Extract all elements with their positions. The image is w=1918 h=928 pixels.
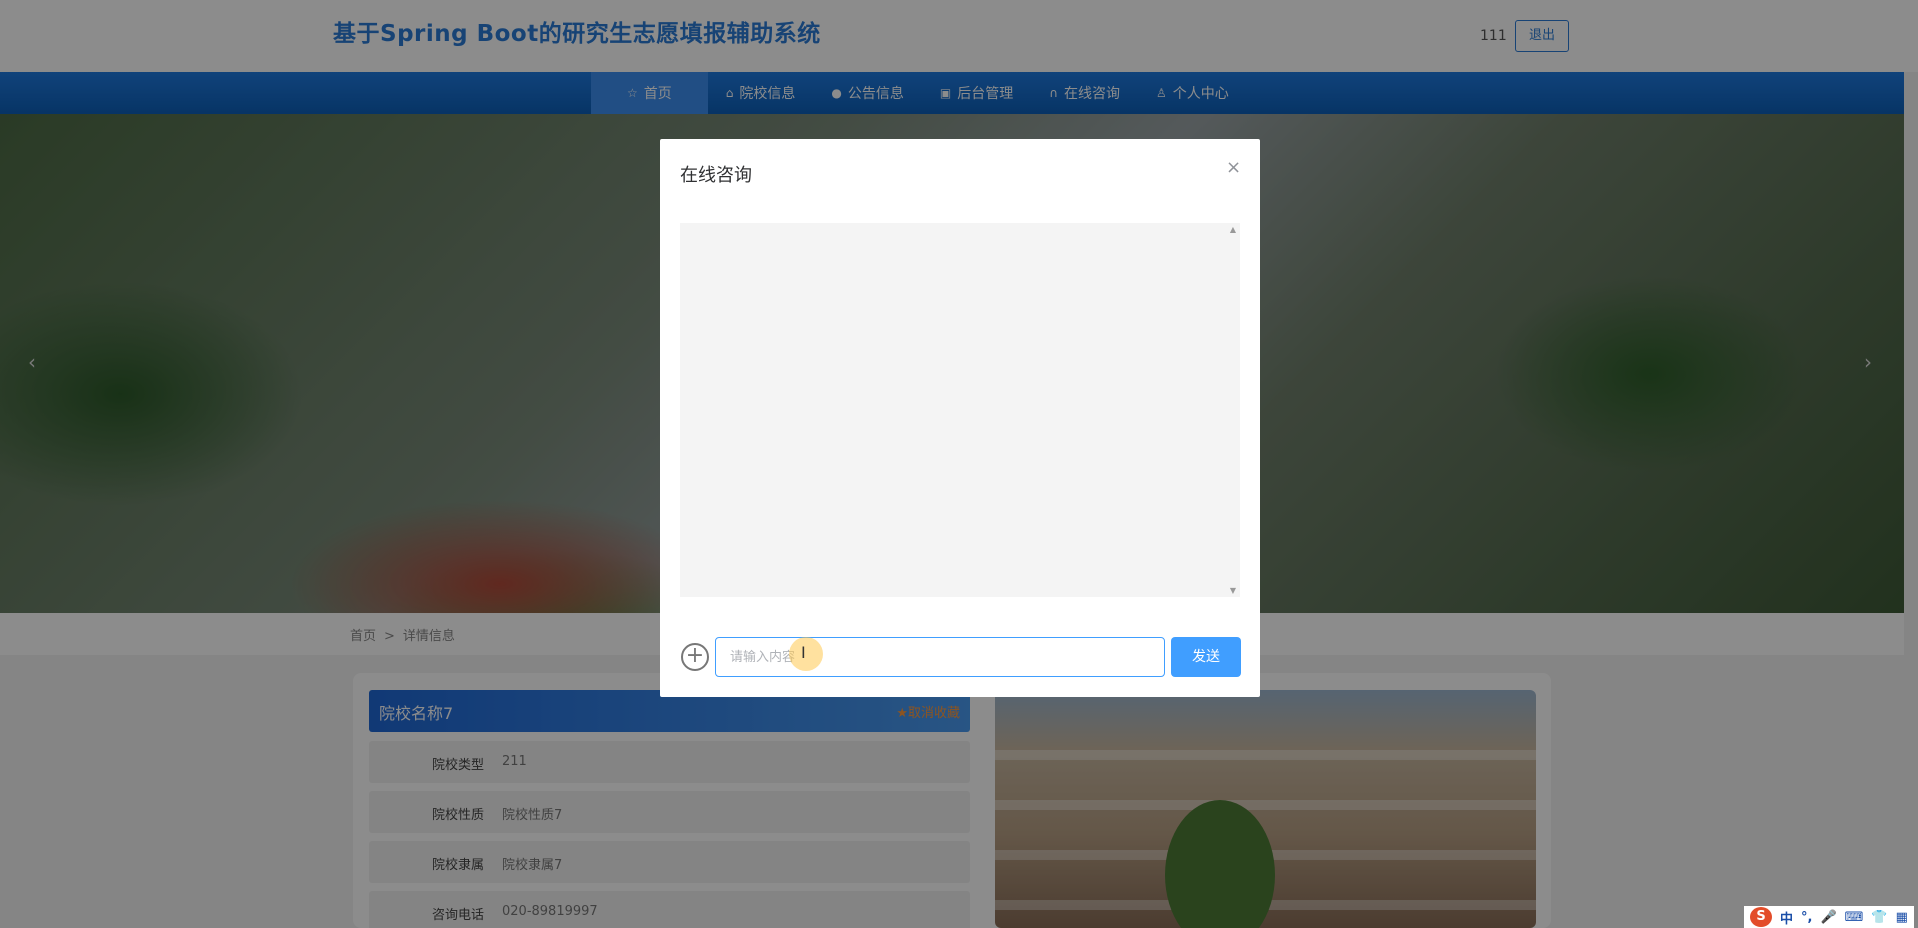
ime-logo-icon[interactable]: S [1750, 907, 1772, 927]
microphone-icon[interactable]: 🎤 [1820, 910, 1836, 925]
dialog-title: 在线咨询 [680, 165, 752, 186]
toolbox-icon[interactable]: ▦ [1896, 910, 1908, 925]
close-icon[interactable]: × [1226, 157, 1241, 178]
skin-icon[interactable]: 👕 [1871, 910, 1887, 925]
ime-toolbar: S 中 °, 🎤 ⌨ 👕 ▦ [1744, 906, 1914, 928]
scroll-down-icon[interactable]: ▼ [1230, 586, 1236, 595]
ime-chinese-mode[interactable]: 中 [1780, 908, 1793, 927]
send-button[interactable]: 发送 [1171, 637, 1241, 677]
consult-dialog: 在线咨询 × ▲ ▼ + 发送 [660, 139, 1260, 697]
add-attachment-icon[interactable]: + [681, 643, 709, 671]
scroll-up-icon[interactable]: ▲ [1230, 225, 1236, 234]
ime-punctuation-icon[interactable]: °, [1801, 910, 1812, 925]
chat-messages-area[interactable]: ▲ ▼ [680, 223, 1240, 597]
text-cursor-icon: I [801, 643, 806, 662]
keyboard-icon[interactable]: ⌨ [1845, 910, 1864, 925]
message-input[interactable] [715, 637, 1165, 677]
cursor-highlight [789, 637, 823, 671]
